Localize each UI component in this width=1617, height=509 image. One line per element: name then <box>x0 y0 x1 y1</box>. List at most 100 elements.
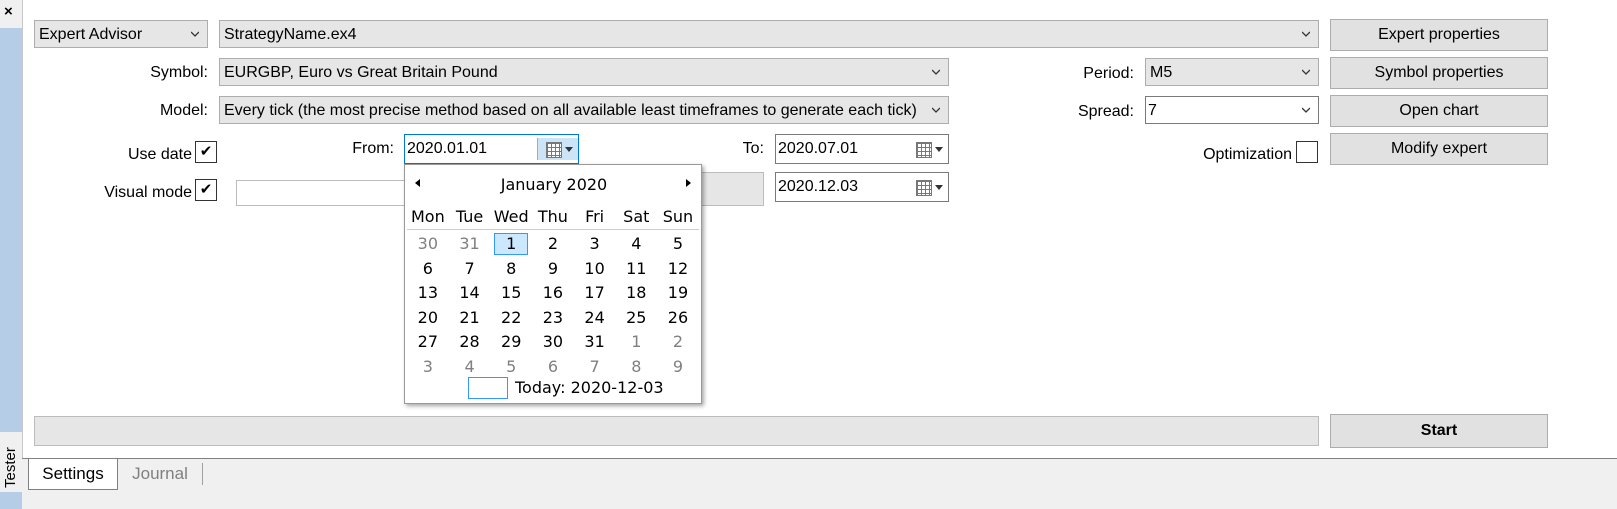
tester-side-tab[interactable]: Tester <box>0 432 22 492</box>
caret-down-icon <box>565 147 573 152</box>
calendar-day[interactable]: 7 <box>449 257 491 282</box>
calendar-day[interactable]: 4 <box>615 232 657 257</box>
calendar-day[interactable]: 14 <box>449 281 491 306</box>
calendar-day[interactable]: 18 <box>615 281 657 306</box>
expert-select[interactable]: StrategyName.ex4 <box>219 20 1319 48</box>
calendar-day[interactable]: 5 <box>657 232 699 257</box>
today-marker <box>468 377 508 399</box>
calendar-week: 20 21 22 23 24 25 26 <box>407 306 699 331</box>
calendar-day[interactable]: 30 <box>532 330 574 355</box>
period-select[interactable]: M5 <box>1145 58 1319 86</box>
calendar-day[interactable]: 2 <box>657 330 699 355</box>
weekday-label: Thu <box>537 207 568 226</box>
calendar-day[interactable]: 19 <box>657 281 699 306</box>
optimization-checkbox[interactable] <box>1296 141 1318 163</box>
use-date-checkbox[interactable]: ✔ <box>195 141 217 163</box>
period-label: Period: <box>1083 65 1134 82</box>
calendar-day[interactable]: 31 <box>449 232 491 257</box>
calendar-day[interactable]: 9 <box>532 257 574 282</box>
model-select-value: Every tick (the most precise method base… <box>224 102 917 119</box>
calendar-day[interactable]: 23 <box>532 306 574 331</box>
calendar-day[interactable]: 16 <box>532 281 574 306</box>
mode-select[interactable]: Expert Advisor <box>34 20 208 48</box>
open-chart-button[interactable]: Open chart <box>1330 95 1548 127</box>
calendar-day[interactable]: 2 <box>532 232 574 257</box>
mode-select-value: Expert Advisor <box>39 26 143 43</box>
symbol-label: Symbol: <box>150 64 208 81</box>
calendar-day[interactable]: 21 <box>449 306 491 331</box>
expert-select-value: StrategyName.ex4 <box>224 26 357 43</box>
from-date-value: 2020.01.01 <box>407 140 488 157</box>
calendar-day[interactable]: 31 <box>574 330 616 355</box>
calendar-month-title[interactable]: January 2020 <box>405 175 703 195</box>
from-date-picker[interactable]: 2020.01.01 <box>404 134 579 164</box>
calendar-day[interactable]: 30 <box>407 232 449 257</box>
modify-expert-button[interactable]: Modify expert <box>1330 133 1548 165</box>
weekday-label: Tue <box>455 207 484 226</box>
calendar-today-row[interactable]: Today: 2020-12-03 <box>405 375 703 401</box>
use-date-label: Use date <box>127 146 192 163</box>
calendar-day[interactable]: 11 <box>615 257 657 282</box>
calendar-day[interactable]: 1 <box>615 330 657 355</box>
calendar-day[interactable]: 17 <box>574 281 616 306</box>
chevron-down-icon <box>932 69 940 75</box>
tab-settings[interactable]: Settings <box>28 459 118 490</box>
caret-down-icon <box>935 185 943 190</box>
test-progress-bar <box>34 416 1319 446</box>
to-date-picker[interactable]: 2020.07.01 <box>775 134 949 164</box>
from-calendar-button[interactable] <box>537 138 578 160</box>
calendar-day[interactable]: 29 <box>490 330 532 355</box>
start-button[interactable]: Start <box>1330 414 1548 448</box>
tab-journal[interactable]: Journal <box>118 459 202 489</box>
to-label: To: <box>742 140 764 157</box>
expert-properties-button[interactable]: Expert properties <box>1330 19 1548 51</box>
to-calendar-button[interactable] <box>908 138 948 160</box>
symbol-select[interactable]: EURGBP, Euro vs Great Britain Pound <box>219 58 949 86</box>
skip-to-calendar-button[interactable] <box>908 176 948 198</box>
calendar-icon <box>546 142 562 158</box>
close-icon[interactable]: × <box>4 4 13 20</box>
calendar-week: 30 31 1 2 3 4 5 <box>407 232 699 257</box>
weekday-label: Sun <box>662 207 694 226</box>
calendar-day[interactable]: 26 <box>657 306 699 331</box>
model-select[interactable]: Every tick (the most precise method base… <box>219 96 949 124</box>
skip-to-date-value: 2020.12.03 <box>778 178 859 195</box>
skip-to-date-picker[interactable]: 2020.12.03 <box>775 172 949 202</box>
spread-select[interactable]: 7 <box>1145 96 1319 124</box>
calendar-week: 27 28 29 30 31 1 2 <box>407 330 699 355</box>
pause-button[interactable] <box>700 172 764 206</box>
calendar-day[interactable]: 8 <box>490 257 532 282</box>
calendar-day[interactable]: 22 <box>490 306 532 331</box>
chevron-down-icon <box>932 107 940 113</box>
bottom-tab-bar: Settings Journal <box>22 458 1617 509</box>
calendar-icon <box>916 180 932 196</box>
calendar-icon <box>916 142 932 158</box>
model-label: Model: <box>159 102 208 119</box>
calendar-day[interactable]: 1 <box>490 232 532 257</box>
calendar-day[interactable]: 6 <box>407 257 449 282</box>
optimization-label: Optimization <box>1203 146 1292 163</box>
calendar-weekday-header: Mon Tue Wed Thu Fri Sat Sun <box>407 205 699 230</box>
symbol-select-value: EURGBP, Euro vs Great Britain Pound <box>224 64 498 81</box>
calendar-day[interactable]: 24 <box>574 306 616 331</box>
from-label: From: <box>352 140 394 157</box>
calendar-day[interactable]: 28 <box>449 330 491 355</box>
calendar-day[interactable]: 15 <box>490 281 532 306</box>
chevron-down-icon <box>1302 31 1310 37</box>
calendar-day[interactable]: 20 <box>407 306 449 331</box>
caret-down-icon <box>935 147 943 152</box>
calendar-day[interactable]: 10 <box>574 257 616 282</box>
calendar-day[interactable]: 12 <box>657 257 699 282</box>
tab-divider <box>202 463 203 485</box>
calendar-day[interactable]: 25 <box>615 306 657 331</box>
calendar-day[interactable]: 27 <box>407 330 449 355</box>
today-link[interactable]: Today: 2020-12-03 <box>515 375 664 401</box>
weekday-label: Sat <box>623 207 650 226</box>
calendar-day[interactable]: 13 <box>407 281 449 306</box>
period-select-value: M5 <box>1150 64 1173 81</box>
symbol-properties-button[interactable]: Symbol properties <box>1330 57 1548 89</box>
tester-side-tab-label: Tester <box>2 447 19 488</box>
calendar-day[interactable]: 3 <box>574 232 616 257</box>
visual-mode-checkbox[interactable]: ✔ <box>195 179 217 201</box>
calendar-week: 13 14 15 16 17 18 19 <box>407 281 699 306</box>
